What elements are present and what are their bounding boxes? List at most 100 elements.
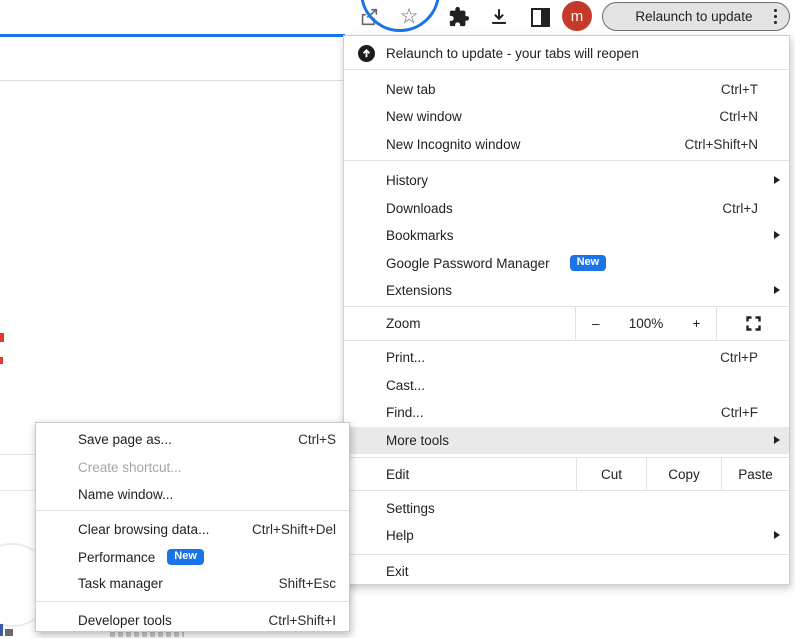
menu-item-label: Clear browsing data... — [78, 522, 209, 537]
menu-item-bookmarks[interactable]: Bookmarks — [344, 222, 789, 249]
relaunch-to-update-button[interactable]: Relaunch to update — [602, 2, 790, 31]
relaunch-button-label: Relaunch to update — [620, 9, 768, 24]
menu-item-history[interactable]: History — [344, 167, 789, 194]
menu-separator — [344, 69, 789, 70]
menu-item-cast[interactable]: Cast... — [344, 372, 789, 399]
menu-item-label: More tools — [386, 433, 449, 448]
menu-item-label: New Incognito window — [386, 137, 520, 152]
menu-separator — [344, 490, 789, 491]
paste-label: Paste — [738, 467, 773, 482]
submenu-arrow-icon — [774, 231, 780, 239]
menu-item-shortcut: Ctrl+Shift+Del — [252, 522, 336, 537]
clipped-red-text-fragment — [0, 333, 4, 342]
submenu-arrow-icon — [774, 176, 780, 184]
menu-item-shortcut: Ctrl+Shift+N — [684, 137, 758, 152]
menu-item-find[interactable]: Find... Ctrl+F — [344, 399, 789, 426]
menu-item-shortcut: Ctrl+Shift+I — [268, 613, 336, 628]
clipped-corner-fragment — [0, 624, 3, 636]
menu-item-new-window[interactable]: New window Ctrl+N — [344, 103, 789, 130]
menu-item-new-tab[interactable]: New tab Ctrl+T — [344, 76, 789, 103]
menu-item-label: Task manager — [78, 576, 163, 591]
submenu-item-performance[interactable]: Performance New — [36, 544, 349, 571]
zoom-out-button[interactable]: – — [592, 316, 600, 331]
menu-item-label: Relaunch to update - your tabs will reop… — [386, 46, 639, 61]
submenu-item-developer-tools[interactable]: Developer tools Ctrl+Shift+I — [36, 607, 349, 634]
menu-kebab-icon[interactable] — [774, 9, 777, 24]
menu-item-shortcut: Ctrl+P — [720, 350, 758, 365]
new-badge: New — [167, 549, 204, 565]
menu-row-edit: Edit Cut Copy Paste — [344, 458, 789, 490]
menu-item-relaunch-banner[interactable]: Relaunch to update - your tabs will reop… — [344, 39, 789, 67]
new-badge: New — [570, 255, 607, 271]
menu-item-shortcut: Shift+Esc — [279, 576, 336, 591]
clipped-red-text-fragment — [0, 357, 3, 364]
menu-item-print[interactable]: Print... Ctrl+P — [344, 344, 789, 371]
menu-item-label: Zoom — [386, 316, 421, 331]
menu-item-new-incognito-window[interactable]: New Incognito window Ctrl+Shift+N — [344, 131, 789, 158]
menu-separator — [344, 554, 789, 555]
page-divider-line — [0, 80, 344, 81]
downloads-icon[interactable] — [487, 5, 511, 29]
menu-item-downloads[interactable]: Downloads Ctrl+J — [344, 195, 789, 222]
menu-item-google-password-manager[interactable]: Google Password Manager New — [344, 250, 789, 277]
menu-item-label: Help — [386, 528, 414, 543]
menu-item-exit[interactable]: Exit — [344, 558, 789, 585]
cut-label: Cut — [601, 467, 622, 482]
submenu-arrow-icon — [774, 286, 780, 294]
menu-item-settings[interactable]: Settings — [344, 495, 789, 522]
menu-item-label: Print... — [386, 350, 425, 365]
menu-item-label: Edit — [386, 467, 409, 482]
menu-item-more-tools[interactable]: More tools — [344, 427, 789, 454]
page-divider-line — [0, 490, 35, 491]
menu-separator — [344, 160, 789, 161]
side-panel-icon[interactable] — [528, 5, 552, 29]
more-tools-submenu: Save page as... Ctrl+S Create shortcut..… — [35, 422, 350, 632]
extensions-puzzle-icon[interactable] — [447, 5, 471, 29]
edit-cut-button[interactable]: Cut — [576, 458, 646, 490]
submenu-arrow-icon — [774, 531, 780, 539]
menu-separator — [36, 510, 349, 511]
menu-item-help[interactable]: Help — [344, 522, 789, 549]
menu-item-label: Find... — [386, 405, 424, 420]
menu-item-label: New window — [386, 109, 462, 124]
menu-separator — [36, 601, 349, 602]
submenu-arrow-icon — [774, 436, 780, 444]
edit-copy-button[interactable]: Copy — [646, 458, 721, 490]
avatar-letter: m — [571, 8, 584, 25]
page-blue-progress-line — [0, 34, 345, 37]
edit-label-cell: Edit — [344, 458, 576, 490]
menu-row-zoom: Zoom – 100% + — [344, 307, 789, 339]
copy-label: Copy — [668, 467, 700, 482]
menu-item-label: Create shortcut... — [78, 460, 182, 475]
menu-item-label: Bookmarks — [386, 228, 454, 243]
menu-item-shortcut: Ctrl+S — [298, 432, 336, 447]
submenu-item-clear-browsing-data[interactable]: Clear browsing data... Ctrl+Shift+Del — [36, 516, 349, 543]
fullscreen-button[interactable] — [716, 307, 789, 339]
clipped-corner-fragment — [5, 629, 13, 636]
menu-item-shortcut: Ctrl+F — [721, 405, 758, 420]
menu-item-shortcut: Ctrl+N — [719, 109, 758, 124]
menu-item-label: Settings — [386, 501, 435, 516]
menu-item-label: Name window... — [78, 487, 173, 502]
zoom-in-button[interactable]: + — [692, 316, 700, 331]
menu-item-label: Developer tools — [78, 613, 172, 628]
zoom-level-value: 100% — [629, 316, 664, 331]
menu-item-label: Extensions — [386, 283, 452, 298]
profile-avatar[interactable]: m — [562, 1, 592, 31]
fullscreen-icon — [746, 316, 761, 331]
menu-item-extensions[interactable]: Extensions — [344, 277, 789, 304]
submenu-item-save-page-as[interactable]: Save page as... Ctrl+S — [36, 426, 349, 453]
menu-item-label: Cast... — [386, 378, 425, 393]
menu-item-label: Save page as... — [78, 432, 172, 447]
menu-item-label: Exit — [386, 564, 409, 579]
edit-paste-button[interactable]: Paste — [721, 458, 789, 490]
zoom-label-cell: Zoom — [344, 307, 575, 339]
zoom-controls: – 100% + — [575, 307, 716, 339]
menu-item-shortcut: Ctrl+J — [722, 201, 758, 216]
submenu-item-name-window[interactable]: Name window... — [36, 481, 349, 508]
chrome-main-menu: Relaunch to update - your tabs will reop… — [343, 35, 790, 585]
menu-item-label: Google Password Manager — [386, 256, 550, 271]
submenu-item-task-manager[interactable]: Task manager Shift+Esc — [36, 570, 349, 597]
browser-toolbar: ☆ m Relaunch to update — [345, 0, 795, 34]
menu-item-label: History — [386, 173, 428, 188]
